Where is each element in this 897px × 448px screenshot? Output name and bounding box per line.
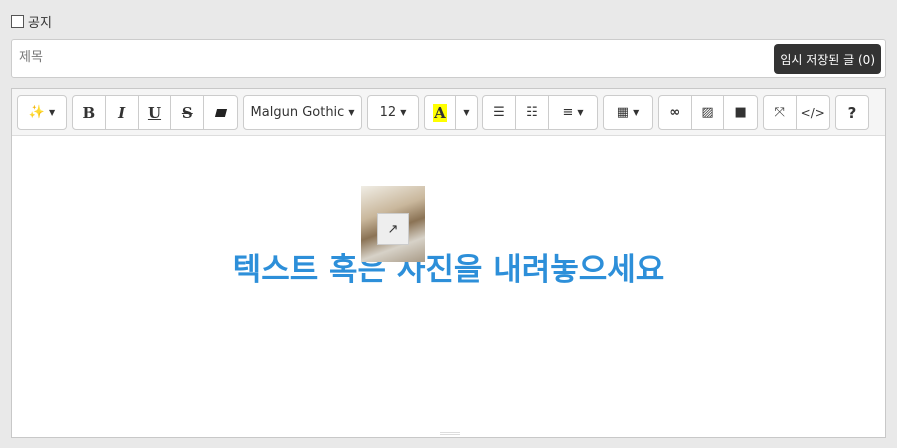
font-size-dropdown[interactable]: 12 ▼ bbox=[368, 96, 418, 129]
rich-text-editor: ✨ ▼ B I U S Malgun Gothic ▼ 12 ▼ A ▼ ☰ ☷ ≡ ▼… bbox=[11, 88, 886, 438]
table-button[interactable]: ▦ ▼ bbox=[604, 96, 652, 129]
underline-button[interactable]: U bbox=[139, 96, 172, 129]
help-button[interactable]: ? bbox=[836, 96, 868, 129]
font-name-value: Malgun Gothic bbox=[250, 105, 345, 120]
title-field-container: 임시 저장된 글 (0) bbox=[11, 39, 886, 78]
code-view-button[interactable]: </> bbox=[797, 96, 830, 129]
paragraph-align-button[interactable]: ≡ ▼ bbox=[549, 96, 597, 129]
link-button[interactable]: ∞ bbox=[659, 96, 692, 129]
picture-button[interactable]: ▨ bbox=[692, 96, 725, 129]
caret-down-icon: ▼ bbox=[49, 108, 56, 117]
link-icon: ∞ bbox=[669, 105, 681, 120]
video-icon: ■ bbox=[734, 105, 747, 120]
align-left-icon: ≡ bbox=[562, 105, 574, 120]
notice-checkbox[interactable]: 공지 bbox=[11, 12, 52, 31]
font-size-value: 12 bbox=[379, 105, 397, 120]
picture-icon: ▨ bbox=[701, 105, 714, 120]
bullet-list-icon: ☰ bbox=[493, 105, 505, 120]
magic-wand-icon: ✨ bbox=[28, 105, 46, 120]
font-color-button[interactable]: A bbox=[425, 96, 456, 129]
editor-toolbar: ✨ ▼ B I U S Malgun Gothic ▼ 12 ▼ A ▼ ☰ ☷ ≡ ▼… bbox=[12, 89, 885, 136]
style-button[interactable]: ✨ ▼ bbox=[18, 96, 66, 129]
ordered-list-button[interactable]: ☷ bbox=[516, 96, 549, 129]
caret-down-icon: ▼ bbox=[463, 108, 470, 117]
drop-placeholder-text: 텍스트 혹은 사진을 내려놓으세요 bbox=[232, 252, 665, 288]
strikethrough-button[interactable]: S bbox=[171, 96, 205, 129]
clear-format-button[interactable] bbox=[204, 96, 237, 129]
unordered-list-button[interactable]: ☰ bbox=[483, 96, 516, 129]
font-color-icon: A bbox=[433, 103, 447, 122]
bold-button[interactable]: B bbox=[73, 96, 106, 129]
caret-down-icon: ▼ bbox=[577, 108, 584, 117]
notice-label: 공지 bbox=[28, 16, 52, 31]
editor-content[interactable]: 텍스트 혹은 사진을 내려놓으세요 ↗ bbox=[12, 136, 885, 438]
draft-saved-button[interactable]: 임시 저장된 글 (0) bbox=[774, 44, 881, 74]
numbered-list-icon: ☷ bbox=[526, 105, 538, 120]
fullscreen-icon: ⤧ bbox=[774, 105, 785, 120]
dragged-photo-thumbnail[interactable]: ↗ bbox=[361, 186, 425, 262]
caret-down-icon: ▼ bbox=[348, 108, 355, 117]
caret-down-icon: ▼ bbox=[400, 108, 407, 117]
resize-handle[interactable] bbox=[440, 432, 460, 435]
color-dropdown-button[interactable]: ▼ bbox=[456, 96, 477, 129]
font-name-dropdown[interactable]: Malgun Gothic ▼ bbox=[244, 96, 361, 129]
checkbox[interactable] bbox=[11, 15, 24, 28]
italic-button[interactable]: I bbox=[106, 96, 139, 129]
title-input[interactable] bbox=[19, 50, 759, 65]
video-button[interactable]: ■ bbox=[724, 96, 757, 129]
caret-down-icon: ▼ bbox=[633, 108, 640, 117]
table-icon: ▦ bbox=[616, 105, 630, 120]
external-link-icon: ↗ bbox=[377, 213, 409, 245]
fullscreen-button[interactable]: ⤧ bbox=[764, 96, 797, 129]
eraser-icon bbox=[214, 108, 227, 117]
